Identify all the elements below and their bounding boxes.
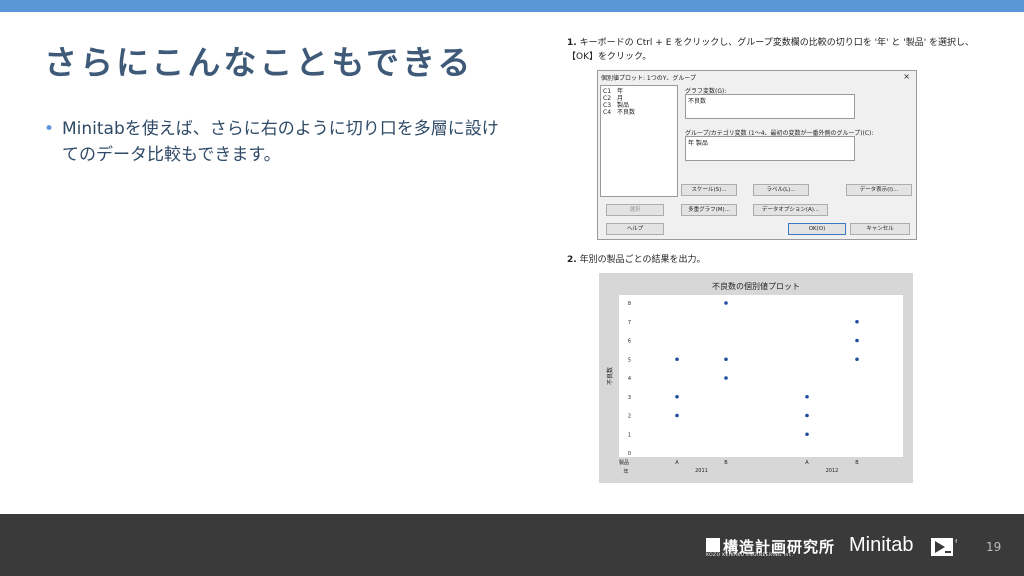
top-accent-bar (0, 0, 1024, 12)
data-point (805, 413, 809, 418)
y-tick-label: 2 (628, 414, 631, 420)
variable-item[interactable]: C4 不良数 (603, 109, 635, 116)
x-category-label: B (855, 460, 859, 466)
variable-item[interactable]: C3 製品 (603, 102, 629, 109)
data-point (855, 357, 859, 362)
graph-variables-field[interactable]: 不良数 (685, 94, 855, 119)
x-category-label: B (724, 460, 728, 466)
data-point (675, 413, 679, 418)
kozo-keikaku-logo: 構造計画研究所 KOZO KEIKAKU ENGINEERING Inc. (706, 536, 834, 558)
bullet-dot: • (44, 119, 55, 139)
dialog-close-button[interactable]: × (903, 72, 910, 81)
y-tick-label: 1 (628, 432, 631, 438)
slide-title: さらにこんなこともできる (44, 43, 474, 82)
y-tick-label: 0 (628, 451, 631, 457)
variable-item[interactable]: C2 月 (603, 95, 623, 102)
labels-button[interactable]: ラベル(L)... (753, 184, 809, 196)
y-axis-label: 不良数 (606, 367, 614, 385)
y-tick-label: 4 (628, 376, 631, 382)
individual-value-plot-dialog: 個別値プロット: 1つのY、グループ × C1 年 C2 月 C3 製品 C4 不良数 … (597, 70, 917, 240)
plot-area (619, 295, 903, 457)
x-row-label-product: 製品 (619, 459, 629, 466)
step-1-text: キーボードの Ctrl + E をクリックし、グループ変数欄の比較の切り口を '… (567, 38, 975, 62)
data-point (805, 394, 809, 399)
ok-button[interactable]: OK(O) (788, 223, 846, 235)
kozo-logo-en: KOZO KEIKAKU ENGINEERING Inc. (706, 553, 794, 558)
step-2-text: 年別の製品ごとの結果を出力。 (579, 255, 706, 265)
step-2-instruction: 2. 年別の製品ごとの結果を出力。 (567, 253, 705, 267)
select-button[interactable]: 選択 (606, 204, 664, 216)
x-category-label: A (805, 460, 809, 466)
category-variables-value: 年 製品 (688, 140, 708, 147)
kozo-logo-mark-icon (706, 538, 720, 552)
svg-text:®: ® (955, 538, 958, 545)
y-axis-ticks: 0 1 2 3 4 5 6 7 8 (628, 301, 631, 457)
graph-variables-value: 不良数 (688, 98, 707, 105)
y-tick-label: 5 (628, 357, 631, 363)
scale-button[interactable]: スケール(S)... (681, 184, 737, 196)
data-point (675, 394, 679, 399)
individual-value-plot-chart: 不良数の個別値プロット 不良数 0 1 2 3 4 5 6 7 8 製品年 A B A B 2011 201… (599, 273, 913, 483)
x-year-label: 2011 (695, 468, 708, 474)
multi-graph-button[interactable]: 多重グラフ(M)... (681, 204, 737, 216)
cancel-button[interactable]: キャンセル (850, 223, 910, 235)
data-point (724, 301, 728, 305)
y-tick-label: 6 (628, 339, 631, 345)
minitab-logo-text: Minitab (849, 534, 914, 556)
x-year-label: 2012 (826, 468, 839, 474)
x-row-label-year: 年 (623, 468, 628, 475)
page-number: 19 (986, 540, 1002, 554)
variable-item[interactable]: C1 年 (603, 88, 623, 95)
help-button[interactable]: ヘルプ (606, 223, 664, 235)
minitab-logo-icon: ® (931, 538, 957, 556)
data-options-button[interactable]: データオプション(A)... (753, 204, 828, 216)
y-tick-label: 3 (628, 395, 631, 401)
data-point (855, 338, 859, 343)
chart-svg: 不良数の個別値プロット 不良数 0 1 2 3 4 5 6 7 8 製品年 A B A B 2011 201… (606, 281, 903, 475)
dialog-title: 個別値プロット: 1つのY、グループ (601, 75, 697, 82)
chart-title: 不良数の個別値プロット (712, 281, 800, 291)
data-point (855, 319, 859, 324)
bullet-text: Minitabを使えば、さらに右のように切り口を多層に設けてのデータ比較もできま… (62, 119, 499, 165)
y-tick-label: 8 (628, 301, 631, 307)
data-point (675, 357, 679, 362)
data-view-button[interactable]: データ表示(I)... (846, 184, 912, 196)
step-2-number: 2. (567, 255, 577, 265)
variable-list[interactable]: C1 年 C2 月 C3 製品 C4 不良数 (600, 85, 678, 197)
data-point (724, 357, 728, 362)
category-variables-field[interactable]: 年 製品 (685, 136, 855, 161)
step-1-number: 1. (567, 38, 577, 48)
x-axis-labels: 製品年 A B A B 2011 2012 (619, 459, 859, 475)
data-point (805, 432, 809, 437)
step-1-instruction: 1. キーボードの Ctrl + E をクリックし、グループ変数欄の比較の切り口… (567, 36, 987, 64)
y-tick-label: 7 (628, 320, 631, 326)
x-category-label: A (675, 460, 679, 466)
data-point (724, 376, 728, 380)
bullet-item: • Minitabを使えば、さらに右のように切り口を多層に設けてのデータ比較もで… (44, 116, 514, 168)
